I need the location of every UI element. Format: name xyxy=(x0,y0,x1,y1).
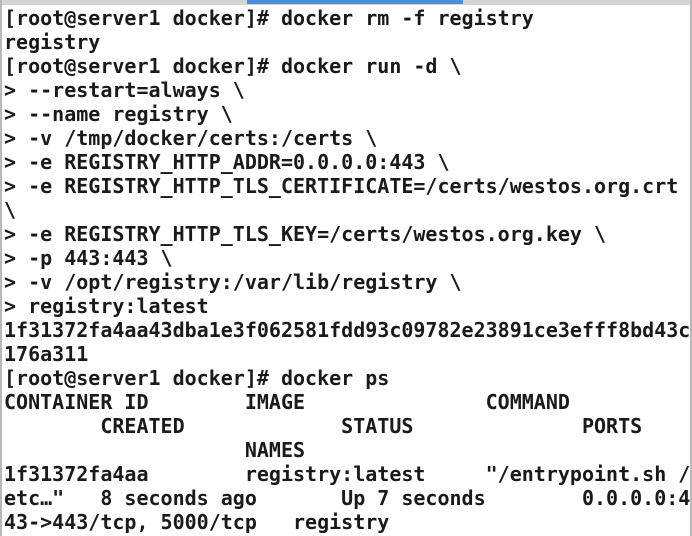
terminal-line: > -e REGISTRY_HTTP_TLS_KEY=/certs/westos… xyxy=(4,222,607,246)
terminal-line: 176a311 xyxy=(4,342,89,366)
terminal-line: > -v /opt/registry:/var/lib/registry \ xyxy=(4,270,462,294)
terminal-line: 1f31372fa4aa43dba1e3f062581fdd93c09782e2… xyxy=(4,318,691,342)
terminal-line: registry xyxy=(4,30,101,54)
terminal-line: > -p 443:443 \ xyxy=(4,246,173,270)
terminal-line: > -e REGISTRY_HTTP_TLS_CERTIFICATE=/cert… xyxy=(4,174,679,198)
terminal-screen[interactable]: [root@server1 docker]# docker rm -f regi… xyxy=(2,5,691,536)
terminal-line: 1f31372fa4aa registry:latest "/entrypoin… xyxy=(4,462,691,486)
terminal-line: NAMES xyxy=(4,438,306,462)
terminal-line: > registry:latest xyxy=(4,294,209,318)
terminal-line: [root@server1 docker]# docker run -d \ xyxy=(4,54,462,78)
terminal-line: > --name registry \ xyxy=(4,102,233,126)
terminal-line: > -v /tmp/docker/certs:/certs \ xyxy=(4,126,378,150)
terminal-line: > -e REGISTRY_HTTP_ADDR=0.0.0.0:443 \ xyxy=(4,150,450,174)
terminal-line: etc…" 8 seconds ago Up 7 seconds 0.0.0.0… xyxy=(4,486,691,510)
terminal-line: \ xyxy=(4,198,17,222)
terminal-line: [root@server1 docker]# docker ps xyxy=(4,366,390,390)
terminal-line: CREATED STATUS PORTS xyxy=(4,414,643,438)
terminal-line: CONTAINER ID IMAGE COMMAND xyxy=(4,390,570,414)
terminal-line: > --restart=always \ xyxy=(4,78,245,102)
terminal-window: [root@server1 docker]# docker rm -f regi… xyxy=(0,0,692,536)
terminal-line: [root@server1 docker]# docker rm -f regi… xyxy=(4,6,534,30)
terminal-line: 43->443/tcp, 5000/tcp registry xyxy=(4,510,390,534)
active-tab-indicator[interactable] xyxy=(247,0,463,4)
